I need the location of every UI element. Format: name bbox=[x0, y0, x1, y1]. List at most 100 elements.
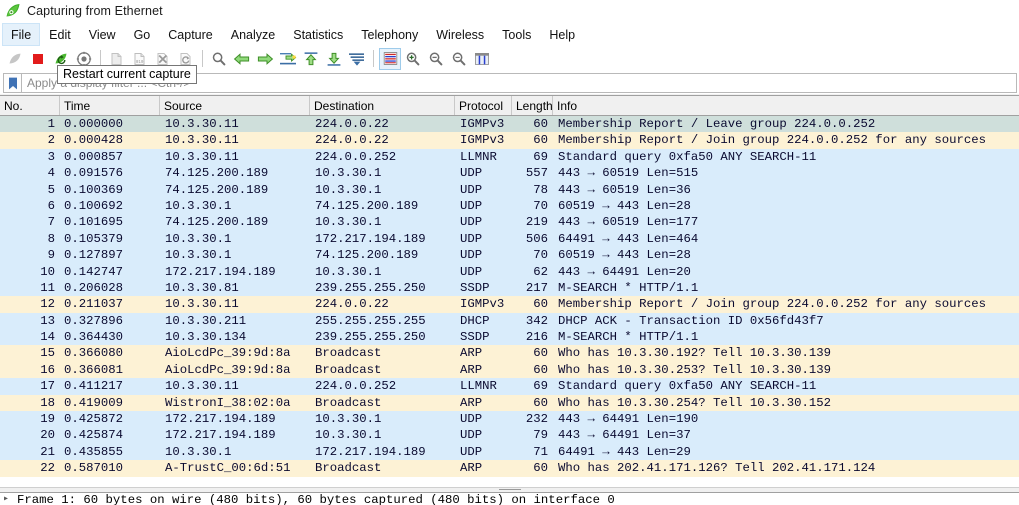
cell-length: 60 bbox=[533, 297, 548, 312]
cell-length: 71 bbox=[533, 444, 548, 459]
cell-time: 0.000000 bbox=[64, 117, 124, 131]
cell-length: 78 bbox=[533, 182, 548, 197]
column-header-destination[interactable]: Destination bbox=[310, 96, 455, 115]
zoom-in-icon[interactable] bbox=[402, 48, 424, 70]
table-row[interactable]: 14 0.364430 10.3.30.134 239.255.255.250 SSDP… bbox=[0, 329, 1019, 346]
table-row[interactable]: 2 0.000428 10.3.30.11 224.0.0.22 IGMPv3 60 Mem… bbox=[0, 132, 1019, 149]
bookmark-icon[interactable] bbox=[3, 73, 21, 93]
table-row[interactable]: 1 0.000000 10.3.30.11 224.0.0.22 IGMPv3 60 Mem… bbox=[0, 116, 1019, 133]
cell-length: 79 bbox=[533, 428, 548, 443]
table-row[interactable]: 9 0.127897 10.3.30.1 74.125.200.189 UDP 70 605… bbox=[0, 247, 1019, 264]
cell-no: 15 bbox=[40, 346, 55, 361]
go-to-last-packet-icon[interactable] bbox=[323, 48, 345, 70]
column-header-source[interactable]: Source bbox=[160, 96, 310, 115]
menu-item-telephony[interactable]: Telephony bbox=[352, 23, 427, 46]
menu-item-tools[interactable]: Tools bbox=[493, 23, 540, 46]
cell-info: 64491 → 443 Len=29 bbox=[558, 444, 691, 459]
packet-detail-frame-line[interactable]: Frame 1: 60 bytes on wire (480 bits), 60… bbox=[17, 493, 615, 505]
cell-no: 22 bbox=[40, 461, 55, 476]
cell-time: 0.000857 bbox=[64, 149, 124, 164]
cell-length: 60 bbox=[533, 395, 548, 410]
table-row[interactable]: 17 0.411217 10.3.30.11 224.0.0.252 LLMNR 69 St… bbox=[0, 378, 1019, 395]
cell-length: 60 bbox=[533, 461, 548, 476]
cell-source: 74.125.200.189 bbox=[165, 215, 269, 230]
table-row[interactable]: 18 0.419009 WistronI_38:02:0a Broadcast ARP 6… bbox=[0, 394, 1019, 412]
cell-time: 0.366081 bbox=[64, 362, 124, 377]
cell-info: 60519 → 443 Len=28 bbox=[558, 248, 691, 263]
column-header-length[interactable]: Length bbox=[512, 96, 553, 115]
menu-item-go[interactable]: Go bbox=[125, 23, 160, 46]
cell-source: WistronI_38:02:0a bbox=[165, 395, 291, 410]
auto-scroll-icon[interactable] bbox=[346, 48, 368, 70]
start-capture-icon[interactable] bbox=[4, 48, 26, 70]
cell-info: M-SEARCH * HTTP/1.1 bbox=[558, 330, 699, 345]
table-row[interactable]: 20 0.425874 172.217.194.189 10.3.30.1 UDP 79 4… bbox=[0, 427, 1019, 444]
menu-item-help[interactable]: Help bbox=[540, 23, 584, 46]
cell-time: 0.105379 bbox=[64, 231, 124, 246]
table-row[interactable]: 19 0.425872 172.217.194.189 10.3.30.1 UDP 232… bbox=[0, 411, 1019, 428]
cell-length: 70 bbox=[533, 248, 548, 263]
colorize-packets-icon[interactable] bbox=[379, 47, 401, 70]
table-row[interactable]: 6 0.100692 10.3.30.1 74.125.200.189 UDP 70 605… bbox=[0, 197, 1019, 215]
cell-info: M-SEARCH * HTTP/1.1 bbox=[558, 280, 699, 295]
cell-no: 18 bbox=[40, 395, 55, 410]
cell-info: Membership Report / Join group 224.0.0.2… bbox=[558, 133, 987, 148]
cell-destination: 10.3.30.1 bbox=[315, 264, 382, 279]
column-header-protocol[interactable]: Protocol bbox=[455, 96, 512, 115]
cell-time: 0.419009 bbox=[64, 395, 124, 410]
zoom-reset-icon[interactable] bbox=[448, 48, 470, 70]
cell-destination: Broadcast bbox=[315, 346, 382, 361]
menu-item-wireless[interactable]: Wireless bbox=[427, 23, 493, 46]
table-row[interactable]: 15 0.366080 AioLcdPc_39:9d:8a Broadcast ARP 6… bbox=[0, 345, 1019, 362]
find-packet-icon[interactable] bbox=[208, 48, 230, 70]
cell-destination: 74.125.200.189 bbox=[315, 198, 419, 213]
table-row[interactable]: 8 0.105379 10.3.30.1 172.217.194.189 UDP 506 6… bbox=[0, 230, 1019, 248]
zoom-out-icon[interactable] bbox=[425, 48, 447, 70]
cell-info: 443 → 64491 Len=20 bbox=[558, 264, 691, 279]
menu-item-capture[interactable]: Capture bbox=[159, 23, 221, 46]
cell-protocol: LLMNR bbox=[460, 379, 497, 394]
go-forward-icon[interactable] bbox=[254, 48, 276, 70]
cell-protocol: SSDP bbox=[460, 280, 490, 295]
table-row[interactable]: 21 0.435855 10.3.30.1 172.217.194.189 UDP 71 6… bbox=[0, 443, 1019, 461]
cell-destination: Broadcast bbox=[315, 362, 382, 377]
cell-info: Membership Report / Join group 224.0.0.2… bbox=[558, 297, 987, 312]
table-row[interactable]: 3 0.000857 10.3.30.11 224.0.0.252 LLMNR 69 Sta… bbox=[0, 148, 1019, 166]
resize-columns-icon[interactable] bbox=[471, 48, 493, 70]
table-row[interactable]: 16 0.366081 AioLcdPc_39:9d:8a Broadcast ARP 6… bbox=[0, 361, 1019, 379]
menu-item-statistics[interactable]: Statistics bbox=[284, 23, 352, 46]
column-header-no[interactable]: No. bbox=[0, 96, 60, 115]
go-to-packet-icon[interactable] bbox=[277, 48, 299, 70]
cell-time: 0.206028 bbox=[64, 280, 124, 295]
table-row[interactable]: 10 0.142747 172.217.194.189 10.3.30.1 UDP 62 4… bbox=[0, 263, 1019, 280]
table-row[interactable]: 22 0.587010 A-TrustC_00:6d:51 Broadcast ARP 6… bbox=[0, 460, 1019, 477]
stop-capture-icon[interactable] bbox=[27, 48, 49, 70]
cell-no: 4 bbox=[47, 166, 55, 181]
column-header-info[interactable]: Info bbox=[553, 96, 1019, 115]
cell-no: 12 bbox=[40, 297, 55, 312]
cell-length: 216 bbox=[525, 330, 548, 345]
go-to-first-packet-icon[interactable] bbox=[300, 48, 322, 70]
table-row[interactable]: 11 0.206028 10.3.30.81 239.255.255.250 SSDP 2… bbox=[0, 279, 1019, 297]
menu-item-view[interactable]: View bbox=[80, 23, 125, 46]
menu-item-file[interactable]: File bbox=[2, 23, 41, 46]
cell-no: 5 bbox=[47, 182, 55, 197]
table-row[interactable]: 7 0.101695 74.125.200.189 10.3.30.1 UDP 219 44… bbox=[0, 214, 1019, 231]
cell-no: 20 bbox=[40, 428, 55, 443]
go-back-icon[interactable] bbox=[231, 48, 253, 70]
cell-no: 9 bbox=[47, 248, 55, 263]
table-row[interactable]: 13 0.327896 10.3.30.211 255.255.255.255 DHCP… bbox=[0, 312, 1019, 330]
table-row[interactable]: 4 0.091576 74.125.200.189 10.3.30.1 UDP 557 44… bbox=[0, 165, 1019, 182]
menu-item-analyze[interactable]: Analyze bbox=[222, 23, 284, 46]
expand-arrow-icon[interactable]: ▸ bbox=[0, 493, 17, 505]
cell-destination: 10.3.30.1 bbox=[315, 412, 382, 427]
column-header-time[interactable]: Time bbox=[60, 96, 160, 115]
cell-length: 219 bbox=[525, 215, 548, 230]
cell-info: Standard query 0xfa50 ANY SEARCH-11 bbox=[558, 379, 817, 394]
table-row[interactable]: 5 0.100369 74.125.200.189 10.3.30.1 UDP 78 443… bbox=[0, 181, 1019, 198]
packet-list-header: No. Time Source Destination Protocol Len… bbox=[0, 95, 1019, 116]
menu-item-edit[interactable]: Edit bbox=[40, 23, 80, 46]
cell-source: AioLcdPc_39:9d:8a bbox=[165, 362, 291, 377]
table-row[interactable]: 12 0.211037 10.3.30.11 224.0.0.22 IGMPv3 60 Me… bbox=[0, 296, 1019, 313]
cell-protocol: ARP bbox=[460, 362, 483, 377]
